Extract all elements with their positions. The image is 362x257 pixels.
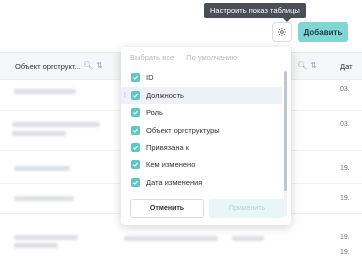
drag-handle-icon[interactable]: ⠇: [121, 92, 131, 100]
row-date: 03.: [340, 121, 350, 128]
sort-icon[interactable]: ⇅: [310, 61, 320, 70]
column-option-changed-by[interactable]: Кем изменено: [121, 156, 282, 173]
column-header-date[interactable]: Дат: [340, 62, 353, 71]
tooltip: Настроить показ таблицы: [204, 3, 306, 22]
column-label: Привязана к: [146, 143, 190, 152]
table-row[interactable]: [14, 196, 74, 201]
column-label: Должность: [146, 91, 184, 100]
column-label: Дата изменения: [146, 178, 203, 187]
table-row[interactable]: [14, 166, 70, 171]
row-date: 19.: [340, 195, 350, 202]
scrollbar-thumb[interactable]: [284, 71, 287, 191]
checkbox[interactable]: [131, 73, 140, 82]
gear-icon: [278, 28, 286, 36]
check-icon: [133, 110, 139, 115]
check-icon: [133, 180, 139, 185]
column-header-org-unit[interactable]: Объект оргструкт...: [15, 62, 81, 71]
checkbox[interactable]: [131, 126, 140, 135]
check-icon: [133, 128, 139, 133]
checkbox[interactable]: [131, 160, 140, 169]
column-option-org-unit[interactable]: Объект оргструктуры: [121, 122, 282, 139]
check-icon: [133, 93, 139, 98]
search-icon[interactable]: 🔍︎: [297, 61, 310, 70]
column-label: Объект оргструктуры: [146, 126, 220, 135]
column-settings-popup: Выбрать все По умолчанию ID ⠇ Должность …: [121, 47, 291, 225]
search-icon[interactable]: 🔍︎: [83, 61, 96, 70]
tooltip-text: Настроить показ таблицы: [210, 6, 300, 15]
column-label: Роль: [146, 108, 163, 117]
sort-icon[interactable]: ⇅: [96, 61, 106, 70]
check-icon: [133, 75, 139, 80]
apply-button[interactable]: Применить: [209, 199, 285, 218]
row-date: 19.: [340, 249, 350, 256]
check-icon: [133, 162, 139, 167]
check-icon: [133, 145, 139, 150]
checkbox[interactable]: [131, 143, 140, 152]
row-date: 03.: [340, 86, 350, 93]
checkbox[interactable]: [131, 108, 140, 117]
add-button[interactable]: Добавить: [298, 22, 348, 42]
column-option-position[interactable]: ⠇ Должность: [121, 87, 282, 104]
defaults-link[interactable]: По умолчанию: [186, 53, 237, 62]
table-row[interactable]: [14, 235, 78, 240]
table-row[interactable]: [14, 89, 76, 94]
column-option-change-date[interactable]: Дата изменения: [121, 174, 282, 191]
row-date: 19.: [340, 234, 350, 241]
column-option-role[interactable]: Роль: [121, 104, 282, 121]
table-settings-button[interactable]: [272, 22, 292, 42]
column-label: Кем изменено: [146, 160, 196, 169]
column-label: ID: [146, 73, 154, 82]
checkbox[interactable]: [131, 178, 140, 187]
table-row[interactable]: [12, 122, 100, 127]
column-option-linked-to[interactable]: Привязана к: [121, 139, 282, 156]
checkbox[interactable]: [131, 91, 140, 100]
select-all-link[interactable]: Выбрать все: [130, 53, 174, 62]
column-option-id[interactable]: ID: [121, 69, 282, 86]
row-date: 19.: [340, 165, 350, 172]
cancel-button[interactable]: Отменить: [130, 199, 204, 218]
